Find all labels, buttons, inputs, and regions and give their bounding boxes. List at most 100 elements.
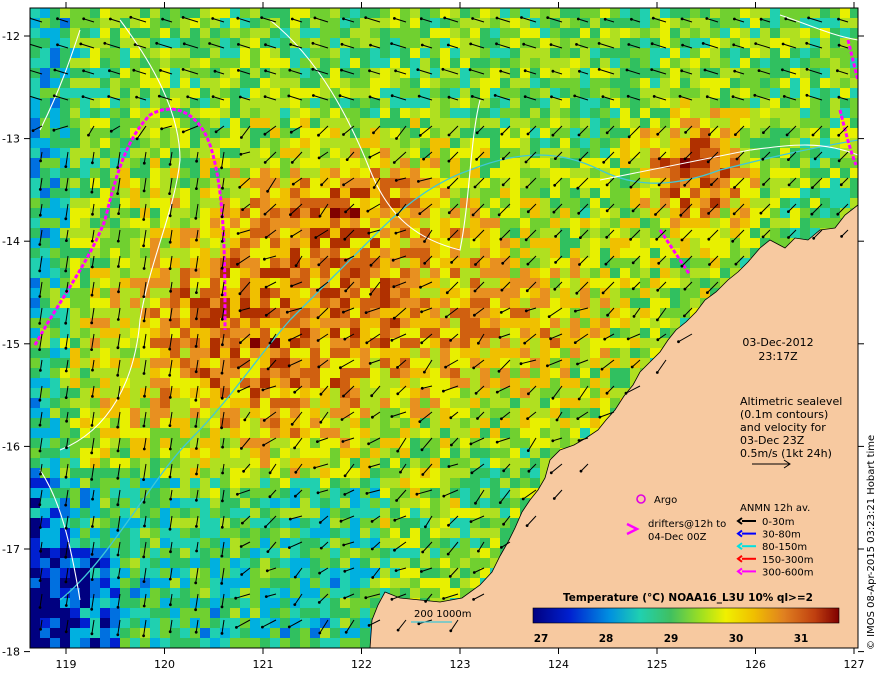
sst-cell [370, 428, 380, 438]
sst-cell [430, 578, 440, 588]
sst-cell [190, 538, 200, 548]
sst-cell [130, 228, 140, 238]
sst-cell [70, 598, 80, 608]
sst-cell [740, 118, 750, 128]
sst-cell [350, 438, 360, 448]
sst-cell [350, 598, 360, 608]
sst-cell [550, 58, 560, 68]
sst-cell [220, 488, 230, 498]
sst-cell [390, 198, 400, 208]
sst-cell [380, 48, 390, 58]
sst-cell [580, 48, 590, 58]
sst-cell [600, 308, 610, 318]
sst-cell [120, 88, 130, 98]
sst-cell [640, 318, 650, 328]
sst-cell [70, 8, 80, 18]
sst-cell [40, 558, 50, 568]
sst-cell [590, 148, 600, 158]
sst-cell [540, 338, 550, 348]
sst-cell [50, 568, 60, 578]
sst-cell [500, 168, 510, 178]
sst-cell [460, 288, 470, 298]
sst-cell [230, 88, 240, 98]
sst-cell [440, 428, 450, 438]
sst-cell [180, 288, 190, 298]
sst-cell [550, 278, 560, 288]
sst-cell [30, 118, 40, 128]
sst-cell [30, 218, 40, 228]
sst-cell [200, 18, 210, 28]
sst-cell [200, 508, 210, 518]
sst-cell [80, 388, 90, 398]
sst-cell [350, 158, 360, 168]
sst-cell [40, 38, 50, 48]
sst-cell [640, 98, 650, 108]
sst-cell [380, 88, 390, 98]
sst-cell [520, 168, 530, 178]
sst-cell [510, 168, 520, 178]
sst-cell [70, 308, 80, 318]
sst-cell [80, 188, 90, 198]
sst-cell [640, 188, 650, 198]
sst-cell [640, 308, 650, 318]
sst-cell [830, 158, 840, 168]
sst-cell [430, 568, 440, 578]
sst-cell [150, 248, 160, 258]
sst-cell [550, 118, 560, 128]
sst-cell [560, 328, 570, 338]
sst-cell [490, 188, 500, 198]
sst-cell [310, 98, 320, 108]
sst-cell [390, 308, 400, 318]
sst-cell [240, 318, 250, 328]
sst-cell [200, 178, 210, 188]
sst-cell [500, 528, 510, 538]
sst-cell [460, 138, 470, 148]
sst-cell [620, 38, 630, 48]
sst-cell [330, 418, 340, 428]
sst-cell [460, 128, 470, 138]
sst-cell [510, 248, 520, 258]
sst-cell [450, 268, 460, 278]
sst-cell [160, 418, 170, 428]
sst-cell [140, 378, 150, 388]
sst-cell [410, 498, 420, 508]
sst-cell [480, 508, 490, 518]
sst-cell [610, 368, 620, 378]
sst-cell [420, 158, 430, 168]
sst-cell [220, 118, 230, 128]
sst-cell [230, 528, 240, 538]
sst-cell [560, 68, 570, 78]
sst-cell [170, 158, 180, 168]
sst-cell [430, 448, 440, 458]
sst-cell [270, 518, 280, 528]
sst-cell [30, 308, 40, 318]
sst-cell [210, 598, 220, 608]
sst-cell [150, 558, 160, 568]
sst-cell [230, 538, 240, 548]
sst-cell [60, 138, 70, 148]
sst-cell [250, 438, 260, 448]
sst-cell [710, 88, 720, 98]
sst-cell [840, 88, 850, 98]
sst-cell [380, 278, 390, 288]
sst-cell [60, 238, 70, 248]
sst-cell [590, 378, 600, 388]
sst-cell [750, 168, 760, 178]
sst-cell [580, 188, 590, 198]
sst-cell [600, 228, 610, 238]
sst-cell [230, 208, 240, 218]
sst-cell [130, 448, 140, 458]
sst-cell [50, 228, 60, 238]
sst-cell [250, 178, 260, 188]
sst-cell [260, 448, 270, 458]
sst-cell [250, 528, 260, 538]
sst-cell [570, 358, 580, 368]
sst-cell [300, 348, 310, 358]
sst-cell [530, 348, 540, 358]
sst-cell [250, 308, 260, 318]
sst-cell [60, 388, 70, 398]
sst-cell [350, 278, 360, 288]
sst-cell [40, 48, 50, 58]
sst-cell [680, 138, 690, 148]
sst-cell [180, 228, 190, 238]
